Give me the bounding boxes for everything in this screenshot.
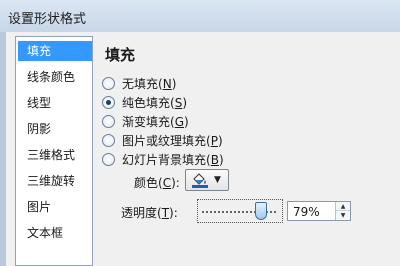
radio-circle[interactable]	[102, 152, 115, 166]
sidebar-item-text-box[interactable]: 文本框	[18, 223, 92, 243]
transparency-input[interactable]: 79% ▲ ▼	[287, 201, 351, 221]
access-key: G	[174, 114, 185, 129]
radio-solid-fill[interactable]: 纯色填充(S)	[102, 93, 187, 111]
radio-label: 图片或纹理填充(P)	[122, 133, 223, 148]
option-text: 幻灯片背景填充	[122, 152, 207, 167]
sidebar-item-line-color[interactable]: 线条颜色	[18, 67, 92, 87]
sidebar-item-line-style[interactable]: 线型	[18, 93, 92, 113]
access-key: C	[162, 176, 172, 190]
transparency-label: 透明度(T):	[121, 206, 178, 220]
triangle-down-icon: ▼	[214, 175, 221, 185]
sidebar-item-label: 文本框	[27, 226, 64, 240]
slider-thumb[interactable]	[255, 202, 267, 220]
color-picker-button[interactable]: ▼	[185, 169, 229, 191]
radio-gradient-fill[interactable]: 渐变填充(G)	[102, 112, 189, 130]
radio-label: 无填充(N)	[122, 76, 177, 91]
color-label-text: 颜色	[134, 176, 159, 190]
option-text: 纯色填充	[122, 95, 171, 110]
sidebar-item-fill[interactable]: 填充	[18, 41, 92, 61]
title-bar: 设置形状格式	[0, 0, 400, 32]
category-list: 填充 线条颜色 线型 阴影 三维格式 三维旋转 图片 文本框	[15, 36, 93, 266]
radio-circle[interactable]	[102, 133, 115, 147]
color-label-suffix: :	[175, 176, 180, 190]
sidebar-item-label: 线型	[27, 96, 52, 110]
transparency-label-suffix: :	[173, 206, 178, 220]
transparency-slider[interactable]	[197, 199, 283, 223]
spin-down-icon[interactable]: ▼	[336, 211, 350, 220]
radio-no-fill[interactable]: 无填充(N)	[102, 74, 176, 92]
section-heading: 填充	[105, 46, 136, 64]
access-key: T	[161, 206, 170, 220]
dialog-title: 设置形状格式	[8, 12, 87, 27]
radio-circle[interactable]	[102, 76, 115, 90]
radio-picture-texture-fill[interactable]: 图片或纹理填充(P)	[102, 131, 223, 149]
sidebar-item-3d-rotation[interactable]: 三维旋转	[18, 171, 92, 191]
access-key: B	[210, 152, 219, 167]
paint-bucket-icon	[192, 173, 208, 188]
option-text: 图片或纹理填充	[122, 133, 207, 148]
sidebar-item-label: 阴影	[27, 122, 52, 136]
sidebar-item-3d-format[interactable]: 三维格式	[18, 145, 92, 165]
access-key: S	[174, 95, 183, 110]
radio-label: 幻灯片背景填充(B)	[122, 152, 224, 167]
access-key: N	[162, 76, 172, 91]
access-key: P	[210, 133, 218, 148]
sidebar-item-picture[interactable]: 图片	[18, 197, 92, 217]
spin-up-icon[interactable]: ▲	[336, 202, 350, 211]
sidebar-item-label: 三维格式	[27, 148, 76, 162]
radio-label: 纯色填充(S)	[122, 95, 188, 110]
option-text: 渐变填充	[122, 114, 171, 129]
sidebar-item-label: 线条颜色	[27, 70, 76, 84]
option-text: 无填充	[122, 76, 159, 91]
sidebar-item-label: 图片	[27, 200, 52, 214]
transparency-value: 79%	[293, 205, 320, 219]
radio-label: 渐变填充(G)	[122, 114, 189, 129]
spin-buttons: ▲ ▼	[335, 202, 350, 220]
radio-circle[interactable]	[102, 114, 115, 128]
sidebar-item-label: 填充	[27, 44, 52, 58]
color-label: 颜色(C):	[134, 176, 180, 190]
sidebar-item-label: 三维旋转	[27, 174, 76, 188]
sidebar-item-shadow[interactable]: 阴影	[18, 119, 92, 139]
transparency-label-text: 透明度	[121, 206, 158, 220]
radio-slide-background-fill[interactable]: 幻灯片背景填充(B)	[102, 150, 224, 168]
radio-circle-checked[interactable]	[102, 95, 115, 109]
